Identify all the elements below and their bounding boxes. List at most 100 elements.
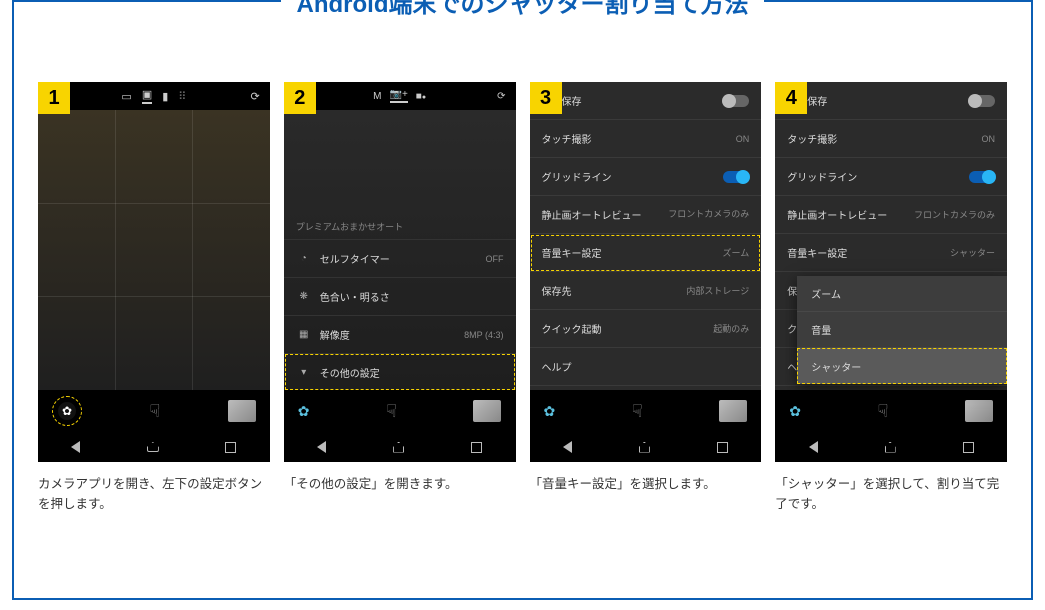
mode-cam-icon[interactable]: 📷+ bbox=[390, 89, 408, 103]
setting-label: グリッドライン bbox=[787, 169, 857, 184]
settings-button-active[interactable]: ✿ bbox=[789, 403, 801, 420]
nav-home-icon[interactable] bbox=[639, 442, 650, 453]
camera-viewfinder[interactable] bbox=[38, 110, 270, 390]
setting-label: 静止画オートレビュー bbox=[542, 207, 642, 222]
android-navbar bbox=[284, 432, 516, 462]
mode-vid-icon[interactable]: ■● bbox=[416, 91, 426, 102]
nav-recent-icon[interactable] bbox=[471, 442, 482, 453]
setting-volume-key[interactable]: 音量キー設定 シャッター bbox=[775, 234, 1007, 272]
setting-still-review[interactable]: 静止画オートレビュー フロントカメラのみ bbox=[530, 196, 762, 234]
step-2: 2 M 📷+ ■● ⟳ プレミアムおまかせオート ◔ セルフタイマー OFF bbox=[284, 82, 516, 514]
setting-save[interactable]: 報を保存 bbox=[530, 82, 762, 120]
setting-label: グリッドライン bbox=[542, 169, 612, 184]
menu-resolution[interactable]: ▦ 解像度 8MP (4:3) bbox=[284, 315, 516, 353]
setting-value: 起動のみ bbox=[713, 322, 749, 335]
nav-home-icon[interactable] bbox=[147, 442, 159, 452]
grid-icon: ▦ bbox=[296, 329, 312, 340]
step-3: 3 報を保存 タッチ撮影 ON グリッドライン bbox=[530, 82, 762, 514]
setting-save-dest[interactable]: 保存先 内部ストレージ bbox=[530, 272, 762, 310]
camera-bottom-bar: ✿ ☟ bbox=[38, 390, 270, 432]
setting-gridline[interactable]: グリッドライン bbox=[775, 158, 1007, 196]
mode-icon-4[interactable]: ⠿ bbox=[178, 90, 186, 103]
shutter-button[interactable]: ☟ bbox=[386, 401, 397, 422]
mode-icon-1[interactable]: ▭ bbox=[121, 90, 131, 103]
nav-home-icon[interactable] bbox=[885, 442, 896, 453]
android-navbar bbox=[530, 432, 762, 462]
nav-recent-icon[interactable] bbox=[963, 442, 974, 453]
step-caption: 「音量キー設定」を選択します。 bbox=[530, 474, 762, 494]
toggle-on[interactable] bbox=[969, 171, 995, 183]
nav-back-icon[interactable] bbox=[317, 441, 326, 453]
step-number-badge: 4 bbox=[775, 82, 807, 114]
camera-bottom-bar: ✿ ☟ bbox=[530, 390, 762, 432]
volume-key-popup: ズーム 音量 シャッター bbox=[797, 276, 1007, 384]
setting-quick-launch[interactable]: クイック起動 起動のみ bbox=[530, 310, 762, 348]
toggle-off[interactable] bbox=[969, 95, 995, 107]
steps-row: 1 ▭ ▣ ▮ ⠿ ⟳ ✿ ☟ bbox=[38, 82, 1007, 514]
menu-other-settings-highlighted[interactable]: ▾ その他の設定 bbox=[284, 353, 516, 391]
setting-label: 音量キー設定 bbox=[787, 245, 847, 260]
switch-camera-icon[interactable]: ⟳ bbox=[251, 90, 260, 103]
setting-value: 内部ストレージ bbox=[686, 284, 749, 297]
setting-still-review[interactable]: 静止画オートレビュー フロントカメラのみ bbox=[775, 196, 1007, 234]
gallery-thumbnail[interactable] bbox=[965, 400, 993, 422]
step-number-badge: 2 bbox=[284, 82, 316, 114]
settings-panel: プレミアムおまかせオート ◔ セルフタイマー OFF ❋ 色合い・明るさ ▦ 解… bbox=[284, 110, 516, 390]
nav-home-icon[interactable] bbox=[393, 442, 404, 453]
step-number-badge: 3 bbox=[530, 82, 562, 114]
popup-option-volume[interactable]: 音量 bbox=[797, 312, 1007, 348]
android-navbar bbox=[775, 432, 1007, 462]
nav-recent-icon[interactable] bbox=[225, 442, 236, 453]
shutter-button[interactable]: ☟ bbox=[878, 401, 889, 422]
camera-bottom-bar: ✿ ☟ bbox=[284, 390, 516, 432]
setting-gridline[interactable]: グリッドライン bbox=[530, 158, 762, 196]
setting-help[interactable]: ヘルプ bbox=[530, 348, 762, 386]
gallery-thumbnail[interactable] bbox=[719, 400, 747, 422]
setting-value: フロントカメラのみ bbox=[914, 208, 995, 221]
settings-button-active[interactable]: ✿ bbox=[544, 403, 556, 420]
menu-value: 8MP (4:3) bbox=[464, 330, 503, 340]
popup-option-shutter-selected[interactable]: シャッター bbox=[797, 348, 1007, 384]
camera-top-bar: M 📷+ ■● ⟳ bbox=[284, 82, 516, 110]
camera-bottom-bar: ✿ ☟ bbox=[775, 390, 1007, 432]
toggle-off[interactable] bbox=[723, 95, 749, 107]
menu-label: セルフタイマー bbox=[320, 251, 486, 266]
setting-label: ヘルプ bbox=[542, 359, 572, 374]
chevron-down-icon: ▾ bbox=[296, 367, 312, 378]
setting-value: シャッター bbox=[950, 246, 995, 259]
shutter-button[interactable]: ☟ bbox=[149, 401, 160, 422]
step-caption: 「その他の設定」を開きます。 bbox=[284, 474, 516, 494]
menu-self-timer[interactable]: ◔ セルフタイマー OFF bbox=[284, 239, 516, 277]
phone-screenshot-2: M 📷+ ■● ⟳ プレミアムおまかせオート ◔ セルフタイマー OFF ❋ 色… bbox=[284, 82, 516, 462]
mode-icon-2-active[interactable]: ▣ bbox=[142, 88, 152, 104]
setting-label: 音量キー設定 bbox=[542, 245, 602, 260]
settings-button[interactable]: ✿ bbox=[58, 402, 76, 420]
switch-camera-icon[interactable]: ⟳ bbox=[497, 91, 505, 102]
instruction-title: Android端末でのシャッター割り当て方法 bbox=[281, 0, 765, 19]
toggle-on[interactable] bbox=[723, 171, 749, 183]
gallery-thumbnail[interactable] bbox=[473, 400, 501, 422]
mode-icon-3[interactable]: ▮ bbox=[162, 90, 168, 103]
nav-back-icon[interactable] bbox=[563, 441, 572, 453]
setting-value: フロントカメラのみ bbox=[668, 210, 749, 220]
phone-screenshot-3: 報を保存 タッチ撮影 ON グリッドライン 静止画オートレビュー フロントカメラ… bbox=[530, 82, 762, 462]
menu-value: OFF bbox=[486, 254, 504, 264]
camera-top-bar: ▭ ▣ ▮ ⠿ ⟳ bbox=[38, 82, 270, 110]
settings-list: 報を保存 タッチ撮影 ON グリッドライン 静止画オートレビュー フロントカメラ… bbox=[530, 82, 762, 390]
setting-touch-shoot[interactable]: タッチ撮影 ON bbox=[530, 120, 762, 158]
menu-color-brightness[interactable]: ❋ 色合い・明るさ bbox=[284, 277, 516, 315]
nav-back-icon[interactable] bbox=[809, 441, 818, 453]
shutter-button[interactable]: ☟ bbox=[632, 401, 643, 422]
mode-m-icon[interactable]: M bbox=[373, 91, 381, 102]
nav-back-icon[interactable] bbox=[71, 441, 80, 453]
popup-option-zoom[interactable]: ズーム bbox=[797, 276, 1007, 312]
gallery-thumbnail[interactable] bbox=[228, 400, 256, 422]
android-navbar bbox=[38, 432, 270, 462]
setting-value: ON bbox=[982, 134, 996, 144]
setting-volume-key-highlighted[interactable]: 音量キー設定 ズーム bbox=[530, 234, 762, 272]
nav-recent-icon[interactable] bbox=[717, 442, 728, 453]
setting-save[interactable]: 報を保存 bbox=[775, 82, 1007, 120]
instruction-frame: Android端末でのシャッター割り当て方法 1 ▭ ▣ ▮ ⠿ ⟳ ✿ bbox=[12, 0, 1033, 600]
setting-touch-shoot[interactable]: タッチ撮影 ON bbox=[775, 120, 1007, 158]
settings-button-active[interactable]: ✿ bbox=[298, 403, 310, 420]
